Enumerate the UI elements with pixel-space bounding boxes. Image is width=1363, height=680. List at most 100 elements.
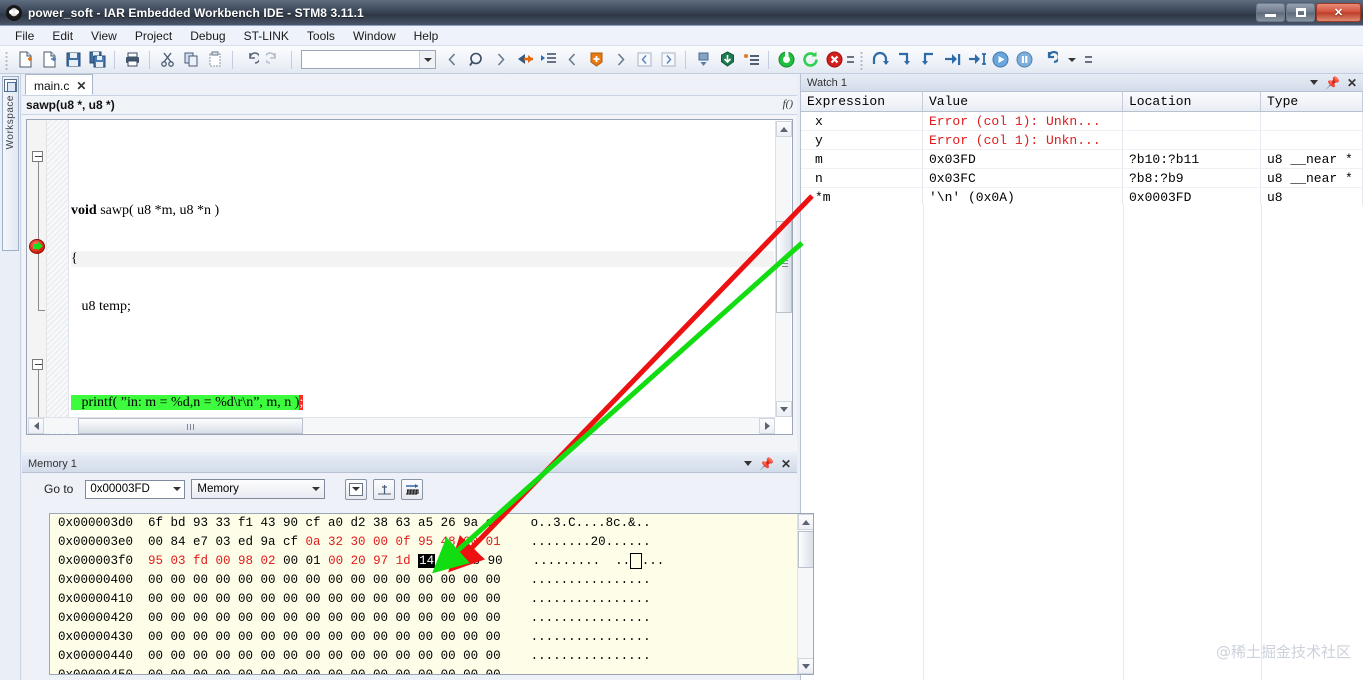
editor-gutter[interactable] bbox=[27, 120, 47, 434]
editor-scroll-left-button[interactable] bbox=[28, 418, 44, 434]
memory-row[interactable]: 0x000003d0 6f bd 93 33 f1 43 90 cf a0 d2… bbox=[50, 514, 813, 533]
watch-row[interactable]: n 0x03FC ?b8:?b9 u8 __near * bbox=[801, 169, 1363, 188]
function-browser-icon[interactable]: f() bbox=[783, 98, 793, 110]
memory-row[interactable]: 0x00000400 00 00 00 00 00 00 00 00 00 00… bbox=[50, 571, 813, 590]
find-next-icon[interactable] bbox=[488, 48, 512, 72]
debug-toolbar-grip[interactable] bbox=[858, 49, 865, 70]
memory-vertical-scroll-thumb[interactable] bbox=[798, 531, 813, 568]
memory-goto-value[interactable]: 0x00003FD bbox=[90, 483, 149, 495]
menu-view[interactable]: View bbox=[82, 27, 126, 45]
print-icon[interactable] bbox=[120, 48, 144, 72]
watch-row[interactable]: y Error (col 1): Unkn... bbox=[801, 131, 1363, 150]
go-to-definition-icon[interactable] bbox=[512, 48, 536, 72]
maximize-button[interactable] bbox=[1286, 3, 1315, 22]
make-icon[interactable] bbox=[715, 48, 739, 72]
toolbar-grip[interactable] bbox=[3, 49, 10, 70]
quick-search-input[interactable] bbox=[302, 52, 414, 67]
memory-row[interactable]: 0x00000410 00 00 00 00 00 00 00 00 00 00… bbox=[50, 590, 813, 609]
break-icon[interactable] bbox=[1012, 48, 1036, 72]
editor-scroll-right-button[interactable] bbox=[759, 418, 775, 434]
close-icon[interactable]: ✕ bbox=[1347, 77, 1357, 89]
watch-value[interactable]: 0x03FD bbox=[923, 150, 1123, 168]
minimize-button[interactable] bbox=[1256, 3, 1285, 22]
watch-expression[interactable]: n bbox=[801, 169, 923, 187]
toolbar-overflow-button[interactable] bbox=[846, 49, 855, 71]
breakpoint-execution-arrow[interactable] bbox=[29, 239, 45, 254]
navigate-forward-icon[interactable] bbox=[608, 48, 632, 72]
paste-icon[interactable] bbox=[203, 48, 227, 72]
watch-value[interactable]: Error (col 1): Unkn... bbox=[923, 131, 1123, 149]
watch-expression[interactable]: m bbox=[801, 150, 923, 168]
code-text[interactable]: void sawp( u8 *m, u8 *n ) { u8 temp; pri… bbox=[71, 123, 791, 434]
editor-vertical-scrollbar[interactable] bbox=[775, 121, 792, 417]
watch-header-value[interactable]: Value bbox=[923, 92, 1123, 111]
compile-icon[interactable] bbox=[691, 48, 715, 72]
cut-icon[interactable] bbox=[155, 48, 179, 72]
restart-debug-icon[interactable] bbox=[798, 48, 822, 72]
options-icon[interactable] bbox=[739, 48, 763, 72]
memory-goto-combo[interactable]: 0x00003FD bbox=[85, 479, 186, 499]
fold-box-main[interactable] bbox=[32, 359, 43, 370]
memory-dropdown-button[interactable] bbox=[345, 478, 368, 500]
memory-zone-value[interactable]: Memory bbox=[197, 483, 239, 495]
step-into-icon[interactable] bbox=[892, 48, 916, 72]
menu-help[interactable]: Help bbox=[405, 27, 448, 45]
stop-debug-icon[interactable] bbox=[822, 48, 846, 72]
quick-search-dropdown-button[interactable] bbox=[419, 51, 435, 68]
pin-icon[interactable]: 📌 bbox=[759, 458, 774, 470]
menu-window[interactable]: Window bbox=[344, 27, 405, 45]
fold-box-sawp[interactable] bbox=[32, 151, 43, 162]
debug-toolbar-overflow-button[interactable] bbox=[1084, 49, 1093, 71]
editor-horizontal-scroll-thumb[interactable] bbox=[78, 418, 303, 434]
save-icon[interactable] bbox=[61, 48, 85, 72]
run-to-cursor-icon[interactable] bbox=[964, 48, 988, 72]
watch-value[interactable]: 0x03FC bbox=[923, 169, 1123, 187]
memory-row[interactable]: 0x00000420 00 00 00 00 00 00 00 00 00 00… bbox=[50, 609, 813, 628]
toggle-breakpoint-icon[interactable] bbox=[584, 48, 608, 72]
memory-zone-dropdown-button[interactable] bbox=[308, 480, 324, 498]
next-bookmark-icon[interactable] bbox=[656, 48, 680, 72]
editor-horizontal-scrollbar[interactable] bbox=[28, 417, 775, 434]
toggle-bookmark-icon[interactable] bbox=[536, 48, 560, 72]
memory-row[interactable]: 0x000003e0 00 84 e7 03 ed 9a cf 0a 32 30… bbox=[50, 533, 813, 552]
memory-row[interactable]: 0x00000430 00 00 00 00 00 00 00 00 00 00… bbox=[50, 628, 813, 647]
watch-row[interactable]: x Error (col 1): Unkn... bbox=[801, 112, 1363, 131]
close-icon[interactable]: ✕ bbox=[781, 458, 791, 470]
menu-tools[interactable]: Tools bbox=[298, 27, 344, 45]
watch-empty-area[interactable] bbox=[801, 205, 1363, 680]
menu-edit[interactable]: Edit bbox=[43, 27, 82, 45]
memory-scroll-down-button[interactable] bbox=[798, 658, 813, 674]
menu-project[interactable]: Project bbox=[126, 27, 181, 45]
memory-scroll-up-button[interactable] bbox=[798, 514, 813, 530]
editor-fold-column[interactable] bbox=[47, 120, 69, 434]
quick-search-combo[interactable] bbox=[301, 50, 436, 69]
memory-hex-view[interactable]: 0x000003d0 6f bd 93 33 f1 43 90 cf a0 d2… bbox=[49, 513, 814, 675]
watch-value[interactable]: '\n' (0x0A) bbox=[923, 188, 1123, 206]
memory-goto-dropdown-button[interactable] bbox=[169, 481, 184, 498]
watch-header-type[interactable]: Type bbox=[1261, 92, 1363, 111]
find-icon[interactable] bbox=[464, 48, 488, 72]
menu-debug[interactable]: Debug bbox=[181, 27, 234, 45]
close-button[interactable]: ✕ bbox=[1316, 3, 1361, 22]
watch-header-expression[interactable]: Expression bbox=[801, 92, 923, 111]
menu-st-link[interactable]: ST-LINK bbox=[235, 27, 298, 45]
watch-expression[interactable]: *m bbox=[801, 188, 923, 206]
next-statement-icon[interactable] bbox=[940, 48, 964, 72]
watch-row[interactable]: m 0x03FD ?b10:?b11 u8 __near * bbox=[801, 150, 1363, 169]
step-over-icon[interactable] bbox=[868, 48, 892, 72]
watch-expression[interactable]: x bbox=[801, 112, 923, 130]
memory-vertical-scrollbar[interactable] bbox=[797, 514, 813, 674]
navigate-backward-icon[interactable] bbox=[560, 48, 584, 72]
chevron-down-icon[interactable] bbox=[1309, 80, 1318, 85]
memory-zone-combo[interactable]: Memory bbox=[191, 479, 326, 499]
reset-icon[interactable] bbox=[1036, 48, 1060, 72]
memory-row[interactable]: 0x000003f0 95 03 fd 00 98 02 00 01 00 20… bbox=[50, 552, 813, 571]
copy-icon[interactable] bbox=[179, 48, 203, 72]
redo-icon[interactable] bbox=[262, 48, 286, 72]
workspace-tab[interactable]: Workspace bbox=[2, 76, 19, 251]
undo-icon[interactable] bbox=[238, 48, 262, 72]
previous-bookmark-icon[interactable] bbox=[632, 48, 656, 72]
editor-scroll-up-button[interactable] bbox=[776, 121, 792, 137]
debug-go-icon[interactable] bbox=[774, 48, 798, 72]
watch-header-location[interactable]: Location bbox=[1123, 92, 1261, 111]
